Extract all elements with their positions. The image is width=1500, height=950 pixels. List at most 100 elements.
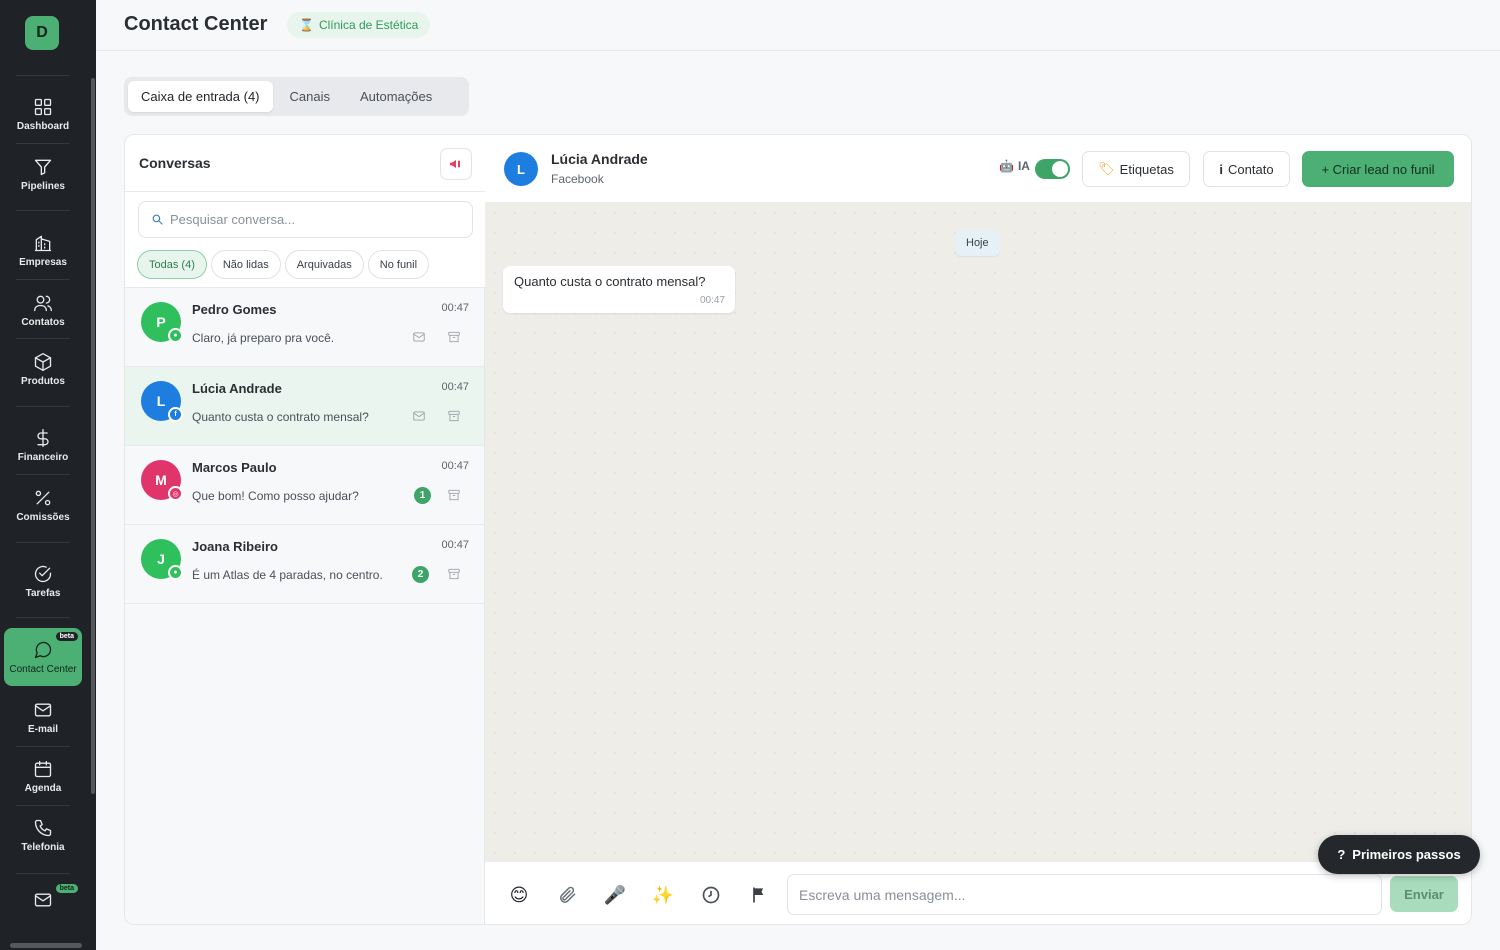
- question-icon: ?: [1337, 847, 1346, 862]
- organization-badge[interactable]: ⌛ Clínica de Estética: [287, 12, 431, 38]
- page-title: Contact Center: [124, 13, 268, 35]
- mail-icon: [413, 411, 425, 421]
- sidebar-item-comissoes[interactable]: Comissões: [4, 476, 82, 534]
- sidebar-item-label: Pipelines: [21, 180, 65, 192]
- flag-glyph: [753, 887, 764, 903]
- archive-button[interactable]: [447, 409, 461, 423]
- search-input[interactable]: [170, 212, 450, 227]
- mail-icon: [34, 703, 52, 716]
- dollar-icon: [37, 428, 49, 447]
- conversation-name: Lúcia Andrade: [192, 381, 282, 396]
- archive-button[interactable]: [447, 488, 461, 502]
- conversation-item[interactable]: J ● Joana Ribeiro 00:47 É um Atlas de 4 …: [125, 525, 484, 604]
- chat-messages-area: Hoje Quanto custa o contrato mensal? 00:…: [485, 203, 1471, 861]
- beta-badge: beta: [55, 632, 78, 641]
- phone-icon: [34, 819, 52, 836]
- send-button[interactable]: Enviar: [1390, 876, 1458, 912]
- ia-label: IA: [1017, 159, 1030, 173]
- instagram-icon: ◎: [168, 486, 183, 501]
- filter-nao-lidas[interactable]: Não lidas: [210, 250, 281, 279]
- tags-button[interactable]: 🏷 Etiquetas: [1082, 151, 1190, 187]
- sidebar-item-label: Dashboard: [16, 120, 70, 132]
- sidebar-divider: [16, 338, 70, 339]
- sidebar-item-produtos[interactable]: Produtos: [4, 340, 82, 398]
- archive-button[interactable]: [447, 567, 461, 581]
- contact-info-button[interactable]: i Contato: [1203, 151, 1290, 187]
- hourglass-icon: ⌛: [299, 18, 314, 32]
- getting-started-button[interactable]: ? Primeiros passos: [1318, 835, 1480, 874]
- sidebar-item-dashboard[interactable]: Dashboard: [4, 85, 82, 143]
- filter-todas[interactable]: Todas (4): [137, 250, 207, 279]
- sidebar-item-label: Produtos: [21, 375, 65, 387]
- sidebar-scrollbar[interactable]: [91, 78, 95, 794]
- filter-no-funil[interactable]: No funil: [367, 250, 430, 279]
- avatar[interactable]: L: [504, 152, 538, 186]
- sidebar-item-label: Comissões: [16, 511, 70, 523]
- search-icon: [152, 214, 163, 225]
- box-icon: [34, 352, 52, 371]
- tab-caixa-de-entrada[interactable]: Caixa de entrada (4): [128, 81, 273, 112]
- sidebar-item-pipelines[interactable]: Pipelines: [4, 145, 82, 203]
- tags-button-label: Etiquetas: [1119, 161, 1174, 177]
- conversation-item[interactable]: M ◎ Marcos Paulo 00:47 Que bom! Como pos…: [125, 446, 484, 525]
- whatsapp-icon: ●: [168, 565, 183, 580]
- flag-icon[interactable]: [747, 883, 771, 907]
- search-box: [138, 201, 473, 238]
- sidebar-item-contatos[interactable]: Contatos: [4, 281, 82, 339]
- tab-automacoes[interactable]: Automações: [347, 81, 445, 112]
- clock-icon[interactable]: [699, 883, 723, 907]
- sidebar-item-mail-campaigns[interactable]: beta: [4, 878, 82, 918]
- filter-arquivadas[interactable]: Arquivadas: [284, 250, 364, 279]
- sidebar-item-empresas[interactable]: Empresas: [4, 221, 82, 279]
- dashboard-grid-icon: [34, 98, 52, 115]
- sidebar-item-email[interactable]: E-mail: [4, 688, 82, 746]
- conversation-preview: É um Atlas de 4 paradas, no centro.: [192, 568, 383, 582]
- sidebar-item-label: Financeiro: [17, 451, 69, 463]
- conversation-item-selected[interactable]: L f Lúcia Andrade 00:47 Quanto custa o c…: [125, 367, 484, 446]
- whatsapp-icon: ●: [168, 328, 183, 343]
- organization-name: Clínica de Estética: [318, 18, 419, 32]
- ia-label-group: 🤖 IA: [999, 159, 1030, 173]
- sidebar-item-label: Contatos: [21, 316, 65, 328]
- users-icon: [34, 295, 52, 311]
- sidebar-item-contact-center[interactable]: beta Contact Center: [4, 628, 82, 686]
- conversation-item[interactable]: P ● Pedro Gomes 00:47 Claro, já preparo …: [125, 288, 484, 367]
- mail-icon: [34, 893, 52, 907]
- sidebar-divider: [16, 542, 70, 543]
- sidebar-item-tarefas[interactable]: Tarefas: [4, 552, 82, 610]
- conversation-search-area: Todas (4) Não lidas Arquivadas No funil: [125, 192, 485, 288]
- conversation-preview: Claro, já preparo pra você.: [192, 331, 335, 345]
- funnel-icon: [34, 159, 52, 175]
- sidebar-item-agenda[interactable]: Agenda: [4, 747, 82, 805]
- check-circle-icon: [34, 565, 52, 582]
- message-bubble-incoming: Quanto custa o contrato mensal? 00:47: [503, 266, 735, 313]
- toggle-knob: [1052, 161, 1068, 177]
- tag-icon: 🏷: [1098, 161, 1115, 176]
- sidebar-horizontal-scrollbar[interactable]: [10, 943, 82, 948]
- tab-canais[interactable]: Canais: [277, 81, 343, 112]
- building-icon: [34, 235, 52, 251]
- facebook-icon: f: [168, 407, 183, 422]
- paperclip-icon[interactable]: [555, 883, 579, 907]
- archive-button[interactable]: [447, 330, 461, 344]
- sidebar-item-financeiro[interactable]: Financeiro: [4, 416, 82, 474]
- sidebar-divider: [16, 279, 70, 280]
- message-input[interactable]: [787, 874, 1382, 915]
- microphone-icon[interactable]: 🎤: [603, 883, 627, 907]
- conversation-name: Joana Ribeiro: [192, 539, 278, 554]
- archive-icon: [448, 489, 460, 501]
- sparkles-icon[interactable]: ✨: [651, 883, 675, 907]
- emoji-icon[interactable]: 😊: [507, 883, 531, 907]
- broadcast-button[interactable]: [440, 148, 472, 180]
- message-time: 00:47: [699, 295, 725, 306]
- sidebar-item-telefonia[interactable]: Telefonia: [4, 806, 82, 864]
- robot-icon: 🤖: [999, 159, 1014, 173]
- message-composer: 😊 🎤 ✨ Enviar: [485, 861, 1471, 924]
- conversation-time: 00:47: [441, 539, 469, 551]
- ia-toggle[interactable]: [1035, 159, 1070, 179]
- contact-center-panel: Conversas Todas (4) Não lidas Arquivadas…: [124, 134, 1472, 925]
- create-lead-button[interactable]: + Criar lead no funil: [1302, 151, 1454, 187]
- app-logo[interactable]: D: [25, 16, 59, 50]
- mark-unread-button[interactable]: [412, 409, 426, 423]
- mark-unread-button[interactable]: [412, 330, 426, 344]
